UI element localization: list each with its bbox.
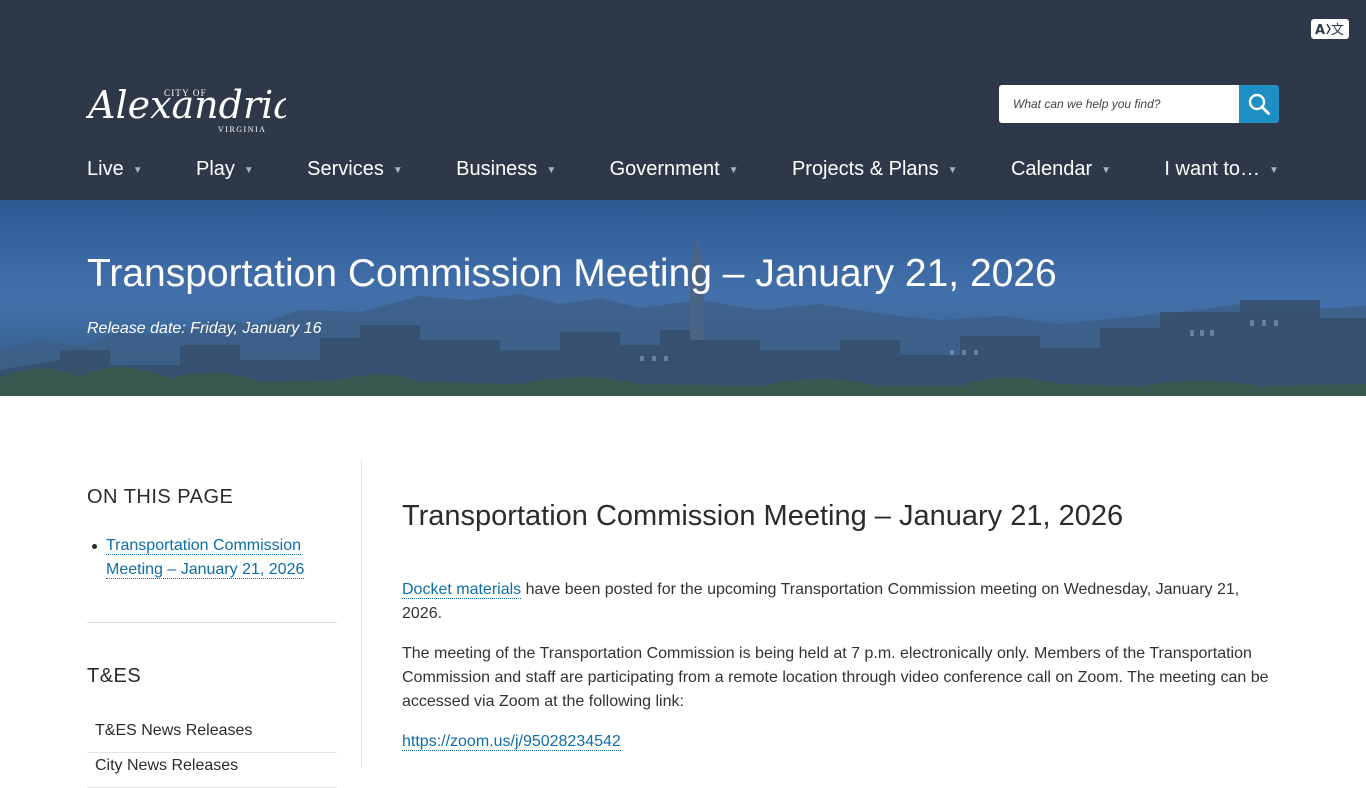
chevron-down-icon: ▼ xyxy=(947,164,958,176)
tes-section-heading: T&ES xyxy=(87,665,142,687)
search-button[interactable] xyxy=(1239,85,1279,123)
nav-projects-plans[interactable]: Projects & Plans ▼ xyxy=(792,158,958,181)
nav-label: Live xyxy=(87,157,124,180)
main-nav: Live ▼ Play ▼ Services ▼ Business ▼ Gove… xyxy=(87,154,1279,184)
chevron-down-icon: ▼ xyxy=(1269,164,1279,176)
site-header: A 文 CITY OF Alexandria VIRGINIA Live ▼ P… xyxy=(0,0,1366,200)
logo-virginia: VIRGINIA xyxy=(218,125,266,134)
nav-calendar[interactable]: Calendar ▼ xyxy=(1011,158,1111,181)
paragraph-docket: Docket materials have been posted for th… xyxy=(402,578,1278,626)
translate-icon: A 文 xyxy=(1315,23,1344,37)
release-date: Release date: Friday, January 16 xyxy=(87,320,322,337)
chevron-down-icon: ▼ xyxy=(243,164,254,176)
city-skyline-image xyxy=(0,200,1366,396)
tes-section-list: T&ES News Releases City News Releases xyxy=(87,718,337,788)
on-this-page-list: Transportation Commission Meeting – Janu… xyxy=(87,534,337,582)
chevron-down-icon: ▼ xyxy=(546,164,557,176)
hero-banner: Transportation Commission Meeting – Janu… xyxy=(0,200,1366,396)
sidebar-item-tes-news-releases[interactable]: T&ES News Releases xyxy=(87,718,337,753)
sidebar-divider xyxy=(87,622,337,623)
nav-services[interactable]: Services ▼ xyxy=(307,158,403,181)
nav-play[interactable]: Play ▼ xyxy=(196,158,254,181)
nav-government[interactable]: Government ▼ xyxy=(610,158,739,181)
chevron-down-icon: ▼ xyxy=(132,164,143,176)
nav-label: Business xyxy=(456,157,538,180)
translate-button[interactable]: A 文 xyxy=(1311,19,1349,39)
nav-label: Government xyxy=(609,157,720,180)
svg-text:A: A xyxy=(1315,23,1325,37)
nav-i-want-to[interactable]: I want to… ▼ xyxy=(1164,158,1279,181)
paragraph-meeting-info: The meeting of the Transportation Commis… xyxy=(402,645,1269,710)
chevron-down-icon: ▼ xyxy=(392,164,403,176)
paragraph-text: have been posted for the upcoming Transp… xyxy=(402,581,1240,622)
nav-label: Projects & Plans xyxy=(791,157,939,180)
on-this-page-link[interactable]: Transportation Commission Meeting – Janu… xyxy=(106,537,305,579)
column-divider xyxy=(361,460,362,768)
city-logo[interactable]: CITY OF Alexandria VIRGINIA xyxy=(85,68,296,140)
zoom-link[interactable]: https://zoom.us/j/95028234542 xyxy=(402,733,621,751)
nav-label: I want to… xyxy=(1164,157,1261,180)
page-title: Transportation Commission Meeting – Janu… xyxy=(87,252,1057,295)
nav-business[interactable]: Business ▼ xyxy=(456,158,556,181)
search-icon xyxy=(1248,93,1270,115)
chevron-down-icon: ▼ xyxy=(728,164,739,176)
nav-label: Play xyxy=(195,157,235,180)
on-this-page-heading: ON THIS PAGE xyxy=(87,486,234,508)
paragraph-zoom: https://zoom.us/j/95028234542 xyxy=(402,730,1278,754)
logo-alexandria: Alexandria xyxy=(86,83,286,127)
list-item: Transportation Commission Meeting – Janu… xyxy=(92,534,337,582)
nav-label: Calendar xyxy=(1010,157,1093,180)
nav-live[interactable]: Live ▼ xyxy=(87,158,143,181)
nav-label: Services xyxy=(307,157,384,180)
sidebar-item-city-news-releases[interactable]: City News Releases xyxy=(87,753,337,788)
search-input[interactable] xyxy=(999,85,1239,123)
docket-materials-link[interactable]: Docket materials xyxy=(402,581,522,599)
chevron-down-icon: ▼ xyxy=(1101,164,1112,176)
search-bar xyxy=(999,85,1279,123)
svg-text:文: 文 xyxy=(1331,23,1344,37)
article-title: Transportation Commission Meeting – Janu… xyxy=(402,500,1124,532)
